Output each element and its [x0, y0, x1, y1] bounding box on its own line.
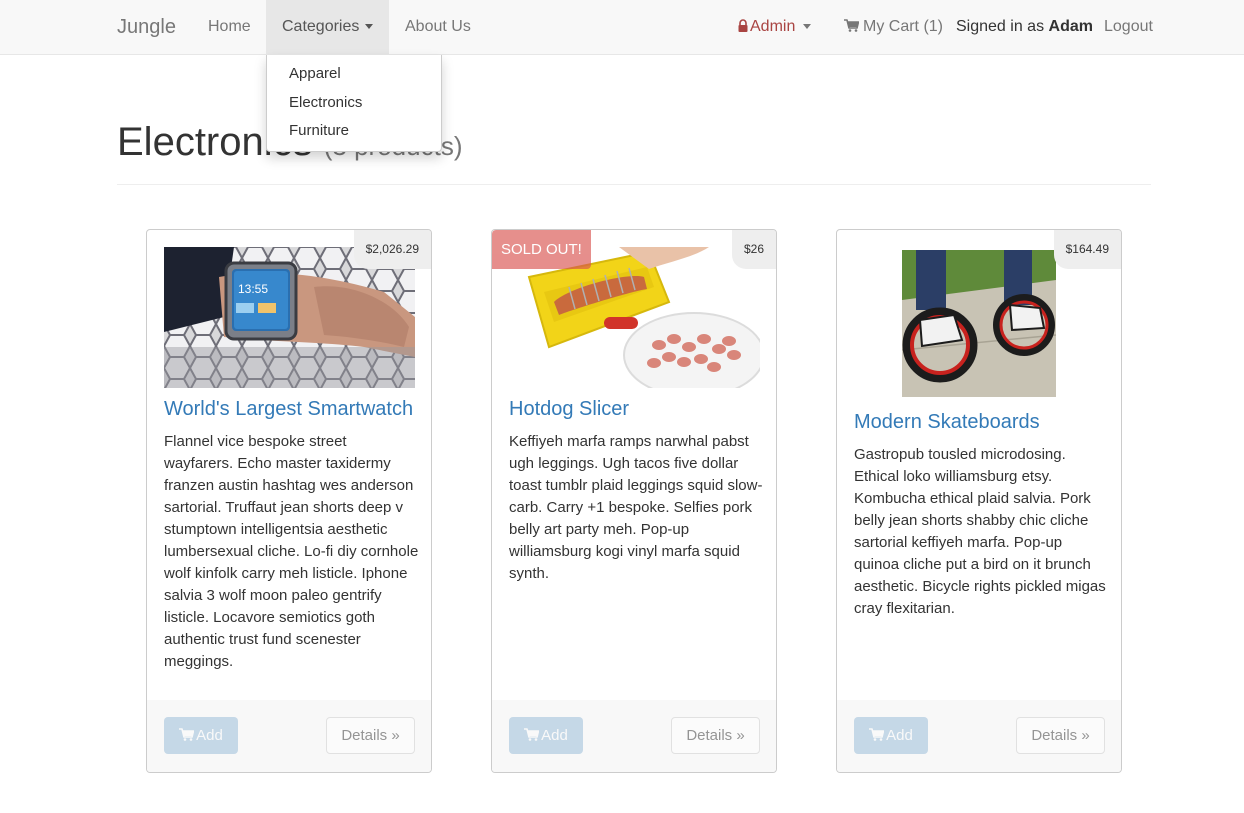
watch-time-label: 13:55 — [238, 282, 268, 296]
price-tag: $164.49 — [1053, 230, 1121, 269]
product-title[interactable]: Hotdog Slicer — [509, 398, 764, 421]
product-card-skateboards: $164.49 Modern Skateboards Gastropub tou… — [836, 229, 1122, 773]
dropdown-item-furniture[interactable]: Furniture — [267, 117, 441, 146]
shopping-cart-icon — [179, 728, 195, 741]
skateboards-photo — [902, 250, 1056, 397]
signed-in-username: Adam — [1048, 18, 1093, 35]
signed-in-prefix: Signed in as — [956, 18, 1049, 35]
nav-categories-dropdown[interactable]: Categories — [266, 0, 390, 54]
add-to-cart-button[interactable]: Add — [854, 717, 928, 754]
signed-in-status: Signed in as Adam — [956, 0, 1093, 54]
nav-admin-dropdown[interactable]: Admin — [738, 0, 812, 54]
shopping-cart-icon — [844, 19, 859, 32]
product-title[interactable]: World's Largest Smartwatch — [164, 398, 419, 421]
add-button-label: Add — [886, 727, 913, 744]
top-navbar: Jungle Home Categories About Us Admin My… — [0, 0, 1244, 55]
product-card-smartwatch: $2,026.29 13:55 World's Largest Smartwat… — [146, 229, 432, 773]
header-divider — [117, 184, 1151, 185]
product-image-skateboards[interactable] — [902, 250, 1056, 397]
card-footer: Add Details » — [492, 700, 776, 772]
add-to-cart-button[interactable]: Add — [509, 717, 583, 754]
caret-down-icon — [365, 24, 374, 30]
shopping-cart-icon — [524, 728, 540, 741]
brand-link[interactable]: Jungle — [117, 0, 176, 54]
nav-admin-label: Admin — [750, 18, 796, 35]
dropdown-item-apparel[interactable]: Apparel — [267, 60, 441, 89]
nav-logout-link[interactable]: Logout — [1104, 0, 1153, 54]
add-button-label: Add — [196, 727, 223, 744]
shopping-cart-icon — [869, 728, 885, 741]
card-footer: Add Details » — [837, 700, 1121, 772]
details-button[interactable]: Details » — [1016, 717, 1105, 754]
product-card-hotdog-slicer: SOLD OUT! $26 Hotdog Slicer Keffiyeh mar… — [491, 229, 777, 773]
add-to-cart-button[interactable]: Add — [164, 717, 238, 754]
price-tag: $2,026.29 — [353, 230, 431, 269]
nav-cart-link[interactable]: My Cart (1) — [844, 0, 943, 54]
product-title[interactable]: Modern Skateboards — [854, 411, 1109, 434]
nav-categories-label: Categories — [282, 18, 360, 35]
lock-icon — [738, 19, 748, 32]
nav-home-link[interactable]: Home — [208, 0, 251, 54]
product-description: Keffiyeh marfa ramps narwhal pabst ugh l… — [509, 433, 763, 582]
details-button[interactable]: Details » — [671, 717, 760, 754]
details-button[interactable]: Details » — [326, 717, 415, 754]
price-tag: $26 — [731, 230, 776, 269]
card-footer: Add Details » — [147, 700, 431, 772]
product-description: Gastropub tousled microdosing. Ethical l… — [854, 446, 1106, 617]
dropdown-item-electronics[interactable]: Electronics — [267, 89, 441, 118]
categories-dropdown-menu: Apparel Electronics Furniture — [266, 55, 442, 152]
add-button-label: Add — [541, 727, 568, 744]
caret-down-icon — [803, 24, 812, 30]
product-description: Flannel vice bespoke street wayfarers. E… — [164, 433, 419, 670]
nav-about-link[interactable]: About Us — [405, 0, 471, 54]
nav-cart-label: My Cart (1) — [863, 18, 943, 35]
sold-out-badge: SOLD OUT! — [492, 230, 591, 269]
